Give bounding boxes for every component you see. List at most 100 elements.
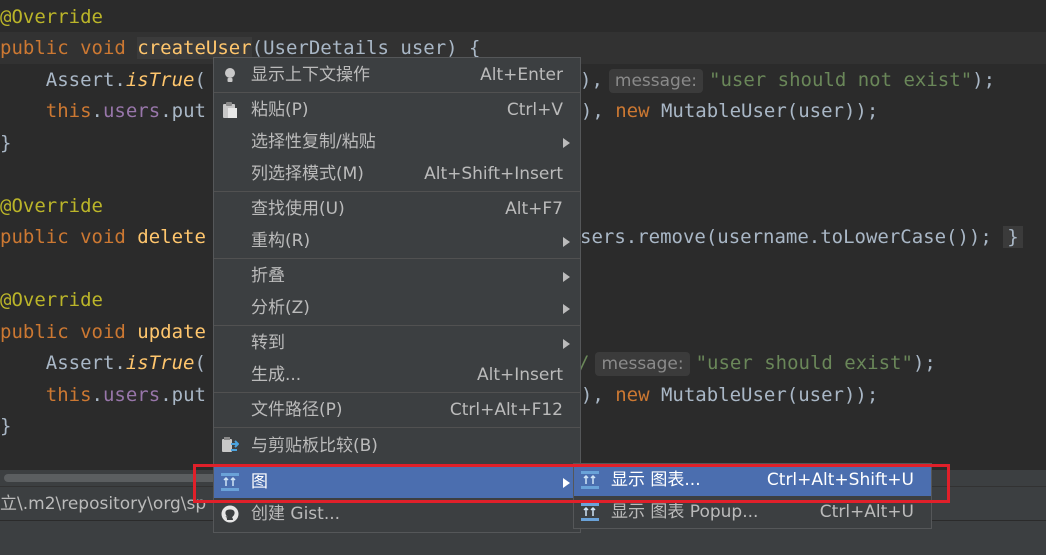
chevron-right-icon [563, 237, 570, 247]
menu-item-label: 查找使用(U) [251, 199, 345, 219]
code-token: ); [912, 352, 936, 374]
github-icon [221, 505, 239, 523]
code-token: . [91, 100, 103, 122]
code-token: MutableUser(user)); [649, 384, 879, 406]
menu-separator [214, 92, 580, 93]
bulb-icon [225, 68, 235, 82]
menu-item-label: 转到 [251, 333, 285, 353]
menu-item-label: 列选择模式(M) [251, 164, 364, 184]
code-line-8: public void delete [0, 221, 206, 253]
menu-item-label: 显示上下文操作 [251, 65, 370, 85]
menu-separator [214, 392, 580, 393]
keyword: public void [0, 226, 138, 248]
method-name: update [137, 321, 206, 343]
menu-item-label: 选择性复制/粘贴 [251, 132, 376, 152]
keyword: new [615, 100, 650, 122]
code-token: ( [194, 69, 206, 91]
compare-clipboard-icon [222, 437, 239, 452]
menu-item-shortcut: Ctrl+V [506, 100, 563, 120]
code-line-12-tail: / message: "user should exist"); [578, 347, 936, 379]
code-token: . [91, 384, 103, 406]
code-token: Assert. [0, 352, 126, 374]
keyword: public void [0, 321, 138, 343]
code-line-12: Assert.isTrue( [0, 347, 206, 379]
menu-item-shortcut: Alt+Shift+Insert [424, 164, 563, 184]
menu-separator [214, 191, 580, 192]
menu-item-generate[interactable]: 生成... Alt+Insert [214, 359, 580, 391]
keyword: this [45, 100, 92, 122]
code-token: MutableUser(user)); [649, 100, 879, 122]
menu-separator [214, 427, 580, 428]
method-name: delete [137, 226, 206, 248]
menu-item-copy-paste-special[interactable]: 选择性复制/粘贴 [214, 126, 580, 158]
field: users [102, 384, 161, 406]
code-line-4: this.users.put [0, 95, 206, 127]
menu-item-column-selection-mode[interactable]: 列选择模式(M) Alt+Shift+Insert [214, 158, 580, 190]
menu-item-label: 分析(Z) [251, 298, 310, 318]
string-literal: "user should not exist" [709, 69, 973, 91]
code-line-7: @Override [0, 195, 103, 217]
context-menu: 显示上下文操作 Alt+Enter 粘贴(P) Ctrl+V 选择性复制/粘贴 … [213, 57, 581, 533]
menu-item-label: 与剪贴板比较(B) [251, 436, 378, 456]
folded-brace[interactable]: } [1003, 226, 1023, 248]
menu-separator [214, 258, 580, 259]
chevron-right-icon [563, 304, 570, 314]
menu-item-find-usages[interactable]: 查找使用(U) Alt+F7 [214, 193, 580, 225]
code-token: ); [972, 69, 996, 91]
param-hint: message: [595, 352, 690, 376]
menu-item-label: 文件路径(P) [251, 400, 343, 420]
menu-item-shortcut: Alt+F7 [505, 199, 563, 219]
menu-item-analyze[interactable]: 分析(Z) [214, 292, 580, 324]
code-token: .put [160, 384, 206, 406]
chevron-right-icon [563, 339, 570, 349]
diagram-icon [581, 503, 599, 521]
method-name: createUser [137, 37, 252, 59]
method-call: isTrue [125, 69, 195, 91]
menu-item-compare-with-clipboard[interactable]: 与剪贴板比较(B) [214, 430, 580, 462]
menu-item-refactor[interactable]: 重构(R) [214, 225, 580, 257]
menu-item-label: 粘贴(P) [251, 100, 309, 120]
chevron-right-icon [563, 272, 570, 282]
file-path: 立\.m2\repository\org\sp [0, 494, 207, 514]
code-line-11: public void update [0, 316, 206, 348]
menu-item-label: 折叠 [251, 266, 285, 286]
menu-item-show-context-actions[interactable]: 显示上下文操作 Alt+Enter [214, 59, 580, 91]
param-hint: message: [608, 69, 704, 93]
code-line-1: @Override [0, 6, 103, 28]
code-line-3: Assert.isTrue( [0, 64, 206, 96]
string-literal: "user should exist" [695, 352, 913, 374]
menu-item-folding[interactable]: 折叠 [214, 260, 580, 292]
keyword: public void [0, 37, 138, 59]
code-line-8-tail: sers.remove(username.toLowerCase()); } [580, 221, 1023, 253]
code-token: Assert. [0, 69, 126, 91]
menu-item-goto[interactable]: 转到 [214, 327, 580, 359]
highlight-annotation-box [193, 464, 950, 503]
keyword: new [615, 384, 650, 406]
code-line-14: } [0, 415, 12, 437]
params: (UserDetails user) { [251, 37, 481, 59]
code-line-5: } [0, 132, 12, 154]
method-call: isTrue [125, 352, 195, 374]
chevron-right-icon [563, 138, 570, 148]
menu-item-paste[interactable]: 粘贴(P) Ctrl+V [214, 94, 580, 126]
code-line-4-tail: e(), new MutableUser(user)); [558, 95, 878, 127]
menu-item-label: 生成... [251, 365, 302, 385]
code-token: ( [194, 352, 206, 374]
field: users [102, 100, 161, 122]
clipboard-icon [223, 102, 237, 118]
menu-item-shortcut: Alt+Enter [480, 65, 563, 85]
menu-item-label: 重构(R) [251, 231, 311, 251]
menu-separator [214, 325, 580, 326]
menu-item-file-path[interactable]: 文件路径(P) Ctrl+Alt+F12 [214, 394, 580, 426]
code-line-13-tail: e(), new MutableUser(user)); [558, 379, 878, 411]
code-token: sers.remove(username.toLowerCase()); [580, 226, 992, 248]
code-line-13: this.users.put [0, 379, 206, 411]
keyword: this [45, 384, 92, 406]
code-token: .put [160, 100, 206, 122]
code-line-3-tail: ), message: "user should not exist"); [580, 64, 995, 96]
code-line-10: @Override [0, 289, 103, 311]
menu-item-shortcut: Alt+Insert [476, 365, 563, 385]
code-token: ), [580, 69, 603, 91]
